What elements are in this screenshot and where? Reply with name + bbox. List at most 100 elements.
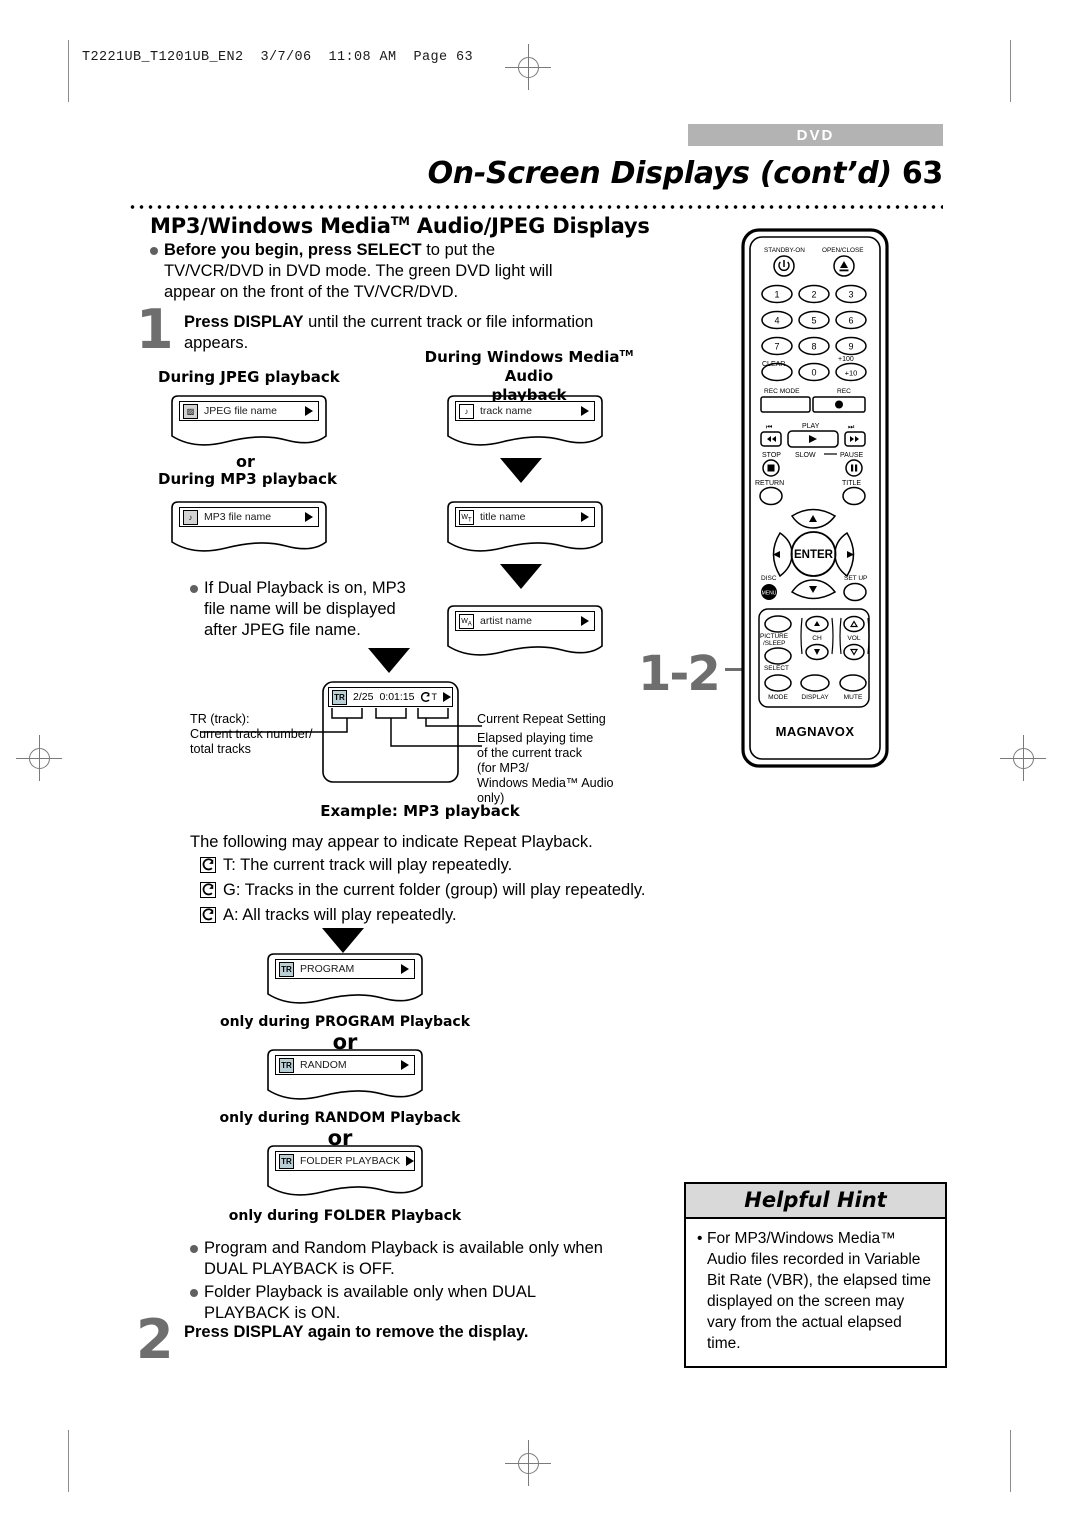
- svg-text:4: 4: [774, 316, 779, 326]
- trim-mark-right-bottom: [1010, 1430, 1011, 1492]
- repeat-icon: [200, 882, 216, 898]
- repeat-flag-0: T: [223, 856, 232, 874]
- dual-playback-note: If Dual Playback is on, MP3 file name wi…: [190, 578, 415, 641]
- music-note-icon: ♪: [459, 403, 474, 419]
- bullet-icon: [150, 247, 158, 255]
- osd-box-mp3: ♪ MP3 file name: [166, 498, 332, 560]
- callout-current-repeat-setting: Current Repeat Setting: [477, 712, 606, 726]
- svg-text:TITLE: TITLE: [842, 480, 861, 487]
- osd-box-artist-name: WA artist name: [442, 602, 608, 664]
- note-item: Program and Random Playback is available…: [190, 1238, 620, 1280]
- play-arrow-icon: [401, 1060, 409, 1070]
- svg-text:8: 8: [811, 342, 816, 352]
- svg-text:RETURN: RETURN: [755, 480, 784, 487]
- step-marker-1-2: 1-2: [638, 646, 721, 702]
- osd-text-title: title name: [480, 511, 526, 523]
- flow-arrow-title-to-artist: [500, 564, 542, 589]
- osd-box-program: TR PROGRAM: [262, 950, 428, 1012]
- osd-box-track-name: ♪ track name: [442, 392, 608, 454]
- trim-mark-left-bottom: [68, 1430, 69, 1492]
- osd-bar-random: TR RANDOM: [275, 1055, 415, 1075]
- svg-text:+100: +100: [838, 356, 854, 363]
- bottom-notes: Program and Random Playback is available…: [190, 1238, 620, 1324]
- before-you-begin-note: Before you begin, press SELECT to put th…: [150, 240, 590, 303]
- registration-mark-left: [16, 735, 62, 781]
- svg-text:0: 0: [811, 368, 816, 378]
- svg-text:+10: +10: [845, 369, 858, 378]
- osd-text-mp3: MP3 file name: [204, 511, 272, 523]
- bullet-icon: [190, 585, 198, 593]
- svg-text:VOL: VOL: [847, 635, 861, 642]
- repeat-icon: [200, 857, 216, 873]
- remote-control-illustration: STANDBY-ON OPEN/CLOSE 1 2 3 4 5 6 7 8 9 …: [740, 228, 890, 768]
- svg-text:SET UP: SET UP: [844, 575, 867, 582]
- repeat-heading: The following may appear to indicate Rep…: [190, 833, 593, 851]
- osd-bar-mp3: ♪ MP3 file name: [179, 507, 319, 527]
- svg-text:DISPLAY: DISPLAY: [801, 694, 829, 701]
- repeat-text-2: : All tracks will play repeatedly.: [234, 906, 457, 924]
- bullet-icon: [190, 1245, 198, 1253]
- registration-mark-bottom: [505, 1440, 551, 1486]
- svg-text:CLEAR: CLEAR: [762, 361, 785, 368]
- jpeg-file-icon: ▨: [183, 403, 198, 419]
- osd-bar-program: TR PROGRAM: [275, 959, 415, 979]
- play-arrow-icon: [581, 406, 589, 416]
- svg-text:STANDBY-ON: STANDBY-ON: [764, 247, 805, 254]
- svg-text:1: 1: [774, 290, 779, 300]
- wma-trademark-mark: TM: [619, 348, 634, 358]
- svg-text:PAUSE: PAUSE: [840, 452, 864, 459]
- callout-elapsed-time: Elapsed playing time of the current trac…: [477, 731, 614, 805]
- svg-text:STOP: STOP: [762, 452, 781, 459]
- dvd-section-tab: DVD: [688, 124, 943, 146]
- svg-text:7: 7: [774, 342, 779, 352]
- svg-text:9: 9: [848, 342, 853, 352]
- svg-text:/SLEEP: /SLEEP: [763, 640, 785, 647]
- svg-text:MAGNAVOX: MAGNAVOX: [776, 724, 855, 739]
- bullet-icon: [190, 1289, 198, 1297]
- svg-text:MENU: MENU: [762, 591, 777, 597]
- osd-bar-folder: TR FOLDER PLAYBACK: [275, 1151, 415, 1171]
- repeat-item-all: A: All tracks will play repeatedly.: [200, 903, 660, 928]
- osd-text-track: track name: [480, 405, 532, 417]
- dotted-rule: [128, 204, 943, 210]
- tr-icon: TR: [279, 1153, 294, 1169]
- osd-box-random: TR RANDOM: [262, 1046, 428, 1108]
- wma-artist-icon: WA: [459, 613, 474, 629]
- before-bold: Before you begin, press SELECT: [164, 241, 422, 259]
- step-1-bold: Press DISPLAY: [184, 313, 304, 331]
- tr-icon: TR: [279, 1057, 294, 1073]
- svg-text:PICTURE: PICTURE: [760, 633, 788, 640]
- step-2-bold: Press DISPLAY again to remove the displa…: [184, 1323, 529, 1341]
- osd-bar-artist: WA artist name: [455, 611, 595, 631]
- wma-label-a: During Windows Media: [424, 348, 620, 366]
- osd-text-artist: artist name: [480, 615, 532, 627]
- repeat-flag-1: G: [223, 881, 236, 899]
- svg-text:DISC: DISC: [761, 575, 777, 582]
- svg-text:6: 6: [848, 316, 853, 326]
- section-heading: MP3/Windows MediaTM Audio/JPEG Displays: [150, 214, 650, 238]
- trademark-mark: TM: [390, 214, 410, 228]
- section-heading-b: Audio/JPEG Displays: [409, 214, 650, 238]
- svg-text:PLAY: PLAY: [802, 423, 820, 430]
- page-number: 63: [901, 156, 943, 191]
- play-arrow-icon: [305, 512, 313, 522]
- flow-arrow-to-tr-display: [368, 648, 410, 673]
- osd-box-title-name: WT title name: [442, 498, 608, 560]
- trim-mark-left: [68, 40, 69, 102]
- mp3-file-icon: ♪: [183, 509, 198, 525]
- step-1-number: 1: [136, 298, 174, 361]
- svg-text:REC MODE: REC MODE: [764, 388, 800, 395]
- flow-arrow-track-to-title: [500, 458, 542, 483]
- label-or-jpeg-mp3: or: [236, 452, 255, 471]
- svg-text:OPEN/CLOSE: OPEN/CLOSE: [822, 247, 864, 254]
- svg-text:CH: CH: [812, 635, 822, 642]
- helpful-hint-text: For MP3/Windows Media™ Audio files recor…: [707, 1230, 931, 1352]
- label-during-jpeg-playback: During JPEG playback: [158, 368, 340, 386]
- hint-bullet-icon: •: [697, 1230, 703, 1247]
- registration-mark-top: [505, 44, 551, 90]
- wma-title-icon: WT: [459, 509, 474, 525]
- repeat-icon: [200, 907, 216, 923]
- trim-mark-right: [1010, 40, 1011, 102]
- repeat-text-0: : The current track will play repeatedly…: [231, 856, 513, 874]
- note-text-0: Program and Random Playback is available…: [204, 1239, 603, 1278]
